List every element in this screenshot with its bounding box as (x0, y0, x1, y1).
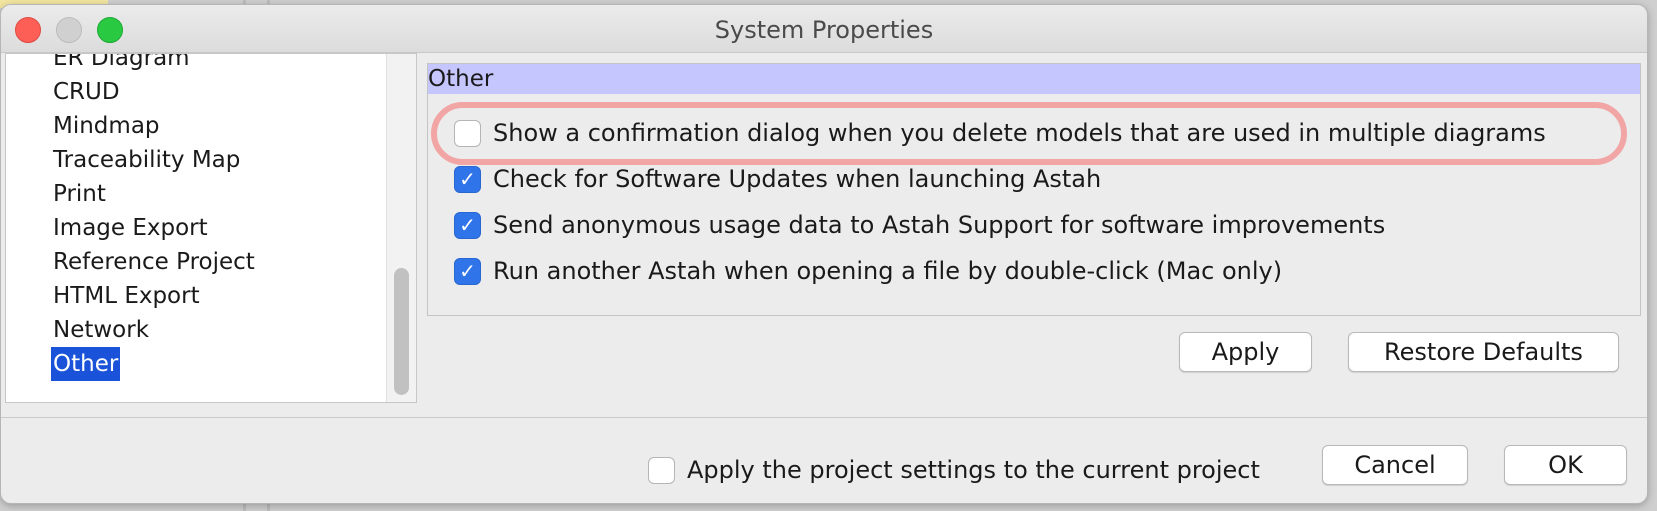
tree-item-crud[interactable]: CRUD (51, 75, 122, 109)
cancel-button[interactable]: Cancel (1322, 445, 1468, 485)
tree-item-html-export[interactable]: HTML Export (51, 279, 202, 313)
apply-button[interactable]: Apply (1179, 332, 1312, 372)
checkmark-icon: ✓ (459, 259, 476, 283)
title-bar: System Properties (1, 5, 1647, 53)
tree-item-network[interactable]: Network (51, 313, 151, 347)
option-apply-project-settings[interactable]: Apply the project settings to the curren… (648, 453, 1260, 487)
highlight-annotation (431, 102, 1627, 165)
window-title: System Properties (714, 16, 934, 44)
option-label: Check for Software Updates when launchin… (493, 165, 1102, 193)
restore-defaults-button[interactable]: Restore Defaults (1348, 332, 1619, 372)
option-run-another-astah[interactable]: ✓ Run another Astah when opening a file … (454, 254, 1282, 288)
tree-scrollbar[interactable] (386, 54, 416, 402)
system-properties-dialog: System Properties ER Diagram CRUD Mindma… (0, 4, 1648, 504)
option-check-updates[interactable]: ✓ Check for Software Updates when launch… (454, 162, 1101, 196)
checkbox-check-updates[interactable]: ✓ (454, 165, 481, 193)
other-settings-panel: Other Show a confirmation dialog when yo… (427, 63, 1641, 316)
tree-item-other[interactable]: Other (51, 347, 121, 381)
panel-header: Other (428, 64, 1640, 94)
checkbox-run-another-astah[interactable]: ✓ (454, 257, 481, 285)
checkmark-icon: ✓ (459, 167, 476, 191)
category-tree[interactable]: ER Diagram CRUD Mindmap Traceability Map… (5, 53, 417, 403)
tree-item-image-export[interactable]: Image Export (51, 211, 210, 245)
divider (1, 417, 1647, 418)
tree-item-er-diagram[interactable]: ER Diagram (51, 54, 192, 75)
option-label: Send anonymous usage data to Astah Suppo… (493, 211, 1386, 239)
option-usage-data[interactable]: ✓ Send anonymous usage data to Astah Sup… (454, 208, 1385, 242)
option-label: Apply the project settings to the curren… (687, 456, 1260, 484)
tree-item-traceability-map[interactable]: Traceability Map (51, 143, 242, 177)
checkmark-icon: ✓ (459, 213, 476, 237)
tree-item-mindmap[interactable]: Mindmap (51, 109, 162, 143)
option-label: Run another Astah when opening a file by… (493, 257, 1283, 285)
checkbox-usage-data[interactable]: ✓ (454, 211, 481, 239)
tree-item-reference-project[interactable]: Reference Project (51, 245, 257, 279)
tree-scrollbar-thumb[interactable] (394, 268, 409, 395)
ok-button[interactable]: OK (1504, 445, 1627, 485)
checkbox-apply-project-settings[interactable] (648, 456, 675, 484)
tree-item-print[interactable]: Print (51, 177, 108, 211)
